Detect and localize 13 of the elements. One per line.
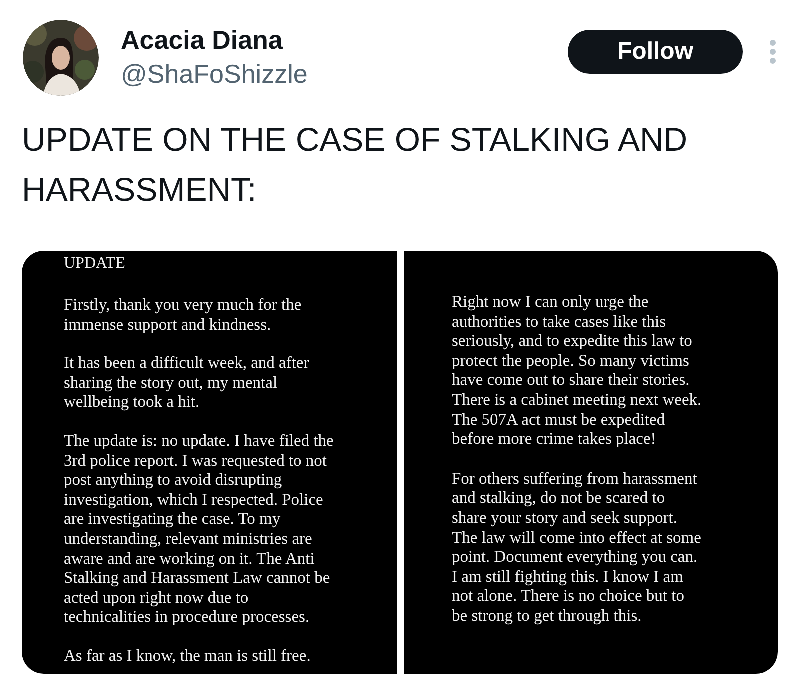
note-heading: UPDATE [64,254,126,274]
tweet-text: UPDATE ON THE CASE OF STALKING AND HARASSMENT: [21,120,689,210]
follow-button[interactable]: Follow [568,30,743,74]
paragraph: It has been a difficult week, and after sharing the story out, my mental wellbeing took a hit. [64,353,310,412]
author-handle: @ShaFoShizzle [121,58,308,91]
image-panel[interactable] [404,251,778,674]
paragraph: The update is: no update. I have filed the 3rd police report. I was requested to not post anything to avoid disrupting investigation, which I respected. Police are investigating the case. To my understanding, relevant ministries are aware and are working on it. The Anti Stalking and Harassment Law cannot be acted upon right now due to technicalities in procedure processes. [64,430,335,627]
image-panel[interactable] [22,251,397,674]
paragraph: As far as I know, the man is still free. [64,646,312,666]
paragraph: Right now I can only urge the authorities to take cases like this seriously, and to expedite this law to protect the people. So many victims have come out to share their stories. There is a cabinet meeting next week. The 507A act must be expedited before more crime takes place! [452,292,703,449]
paragraph: For others suffering from harassment and stalking, do not be scared to share your story and seek support. The law will come into effect at some point. Document everything you can. I am still fighting this. I know I am not alone. There is no choice but to be strong to get through this. [452,468,702,626]
paragraph: Firstly, thank you very much for the immense support and kindness. [64,295,303,334]
author-name: Acacia Diana [121,24,284,57]
